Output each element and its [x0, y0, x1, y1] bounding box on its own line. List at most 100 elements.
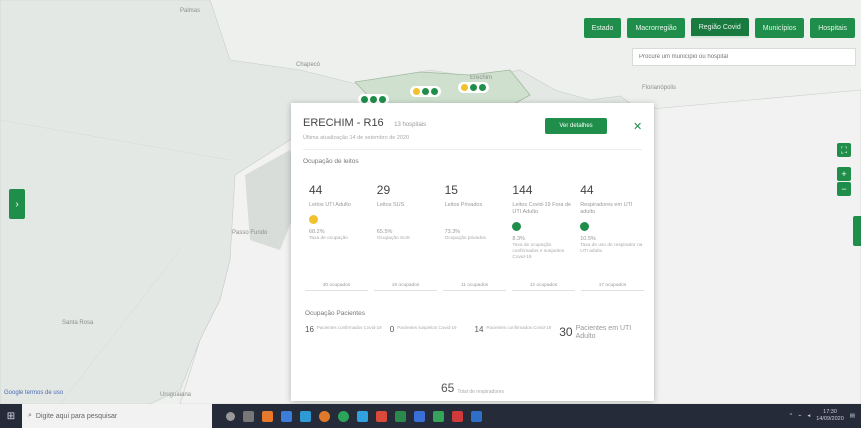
task-view-icon[interactable]: [243, 410, 254, 422]
zoom-out-button[interactable]: −: [837, 182, 851, 196]
status-dot-icon: [309, 215, 318, 224]
icu-patients-stat: 30 Pacientes em UTI Adulto: [559, 325, 644, 341]
clock[interactable]: 17:30 14/09/2020: [816, 409, 844, 423]
taskbar-search[interactable]: ⌕ Digite aqui para pesquisar: [22, 404, 212, 428]
stat-pct-label: Taxa de uso de respirador na UTI adulto: [580, 243, 643, 254]
chrome-icon[interactable]: [338, 410, 349, 422]
bed-stats: 44 Leitos UTI Adulto 68.2% Taxa de ocupa…: [305, 183, 644, 261]
nav-regiao-covid-button[interactable]: Região Covid: [690, 18, 749, 38]
marker-dot: [470, 84, 477, 91]
app-icon[interactable]: [414, 410, 425, 422]
icu-patients-value: 30: [559, 325, 573, 339]
google-terms-link[interactable]: Google termos de uso: [4, 390, 63, 396]
patient-label: Pacientes suspeitos Covid-19: [397, 325, 457, 330]
tray-arrow-icon[interactable]: ^: [790, 413, 793, 419]
stat-pct-label: Taxa de ocupação: [309, 236, 348, 241]
total-respirators: 65 Total de respiradores: [441, 381, 504, 395]
stat-value: 29: [376, 183, 391, 197]
panel-title: ERECHIM - R16: [303, 117, 384, 129]
details-button[interactable]: Ver detalhes: [545, 118, 607, 134]
patient-label: Pacientes confirmados Covid-19: [316, 325, 382, 330]
map-label-passo-fundo: Passo Fundo: [232, 230, 268, 236]
skype-icon[interactable]: [357, 410, 368, 422]
occupied-count: 30 ocupados: [305, 281, 368, 291]
patient-stat: 16 Pacientes confirmados Covid-19: [305, 325, 390, 341]
fullscreen-icon: ⛶: [840, 144, 848, 155]
region-level-nav: Estado Macrorregião Região Covid Municíp…: [583, 18, 855, 38]
search-input[interactable]: [632, 48, 856, 66]
marker-dot: [413, 88, 420, 95]
app-icon[interactable]: [433, 410, 444, 422]
stat-value: 44: [309, 183, 323, 197]
hospital-count: 13 hospitais: [394, 122, 427, 128]
marker-dot: [431, 88, 438, 95]
total-label: Total de respiradores: [457, 389, 505, 395]
app-icon[interactable]: [281, 410, 292, 422]
marker-dot: [461, 84, 468, 91]
occupied-count: 17 ocupados: [581, 281, 644, 291]
stat-value: 144: [512, 183, 533, 197]
status-dot-placeholder: [377, 215, 386, 224]
patient-value: 14: [474, 325, 484, 334]
map-marker-group[interactable]: [458, 82, 489, 93]
right-panel-tab[interactable]: [853, 216, 861, 246]
nav-municipios-button[interactable]: Municípios: [754, 18, 805, 38]
app-icon[interactable]: [262, 410, 273, 422]
volume-icon[interactable]: ◂: [808, 413, 811, 419]
marker-dot: [379, 96, 386, 103]
expand-sidebar-button[interactable]: ›: [9, 189, 25, 219]
windows-taskbar: ⊞ ⌕ Digite aqui para pesquisar ^ ⌁ ◂ 17:…: [0, 404, 861, 428]
app-icon[interactable]: [376, 410, 387, 422]
stat-sus: 29 Leitos SUS 65.5% Ocupação SUS: [373, 183, 441, 261]
last-update: Última atualização 14 de setembro de 202…: [303, 135, 410, 141]
status-dot-icon: [580, 222, 590, 231]
patient-value: 0: [389, 325, 395, 334]
patients-section-title: Ocupação Pacientes: [305, 310, 365, 317]
stat-respiradores: 44 Respiradores em UTI adulto 10.5% Taxa…: [576, 183, 644, 261]
close-icon[interactable]: ✕: [633, 120, 642, 133]
map-label-florianopolis: Florianópolis: [642, 85, 677, 91]
mail-icon[interactable]: [300, 410, 311, 422]
clock-date: 14/09/2020: [816, 416, 844, 422]
notification-icon[interactable]: ▤: [850, 413, 855, 419]
status-dot-placeholder: [445, 215, 454, 224]
stat-pct-label: Ocupação privados: [444, 236, 486, 241]
firefox-icon[interactable]: [319, 410, 330, 422]
occupied-count: 12 ocupados: [512, 281, 575, 291]
windows-start-icon[interactable]: ⊞: [0, 404, 22, 428]
map-label-chapeco: Chapecó: [296, 62, 321, 68]
network-icon[interactable]: ⌁: [798, 413, 801, 419]
stat-pct: 73.3%: [444, 229, 461, 235]
status-dot-icon: [512, 222, 522, 231]
marker-dot: [370, 96, 377, 103]
nav-estado-button[interactable]: Estado: [583, 18, 622, 38]
stat-privados: 15 Leitos Privados 73.3% Ocupação privad…: [441, 183, 509, 261]
minus-icon: −: [841, 184, 847, 194]
excel-icon[interactable]: [395, 410, 406, 422]
zoom-in-button[interactable]: +: [837, 167, 851, 181]
nav-hospitais-button[interactable]: Hospitais: [810, 18, 855, 38]
stat-value: 44: [580, 183, 594, 197]
patients-stats: 16 Pacientes confirmados Covid-19 0 Paci…: [305, 325, 644, 341]
divider: [303, 149, 642, 150]
map-marker-group[interactable]: [410, 86, 441, 97]
fullscreen-button[interactable]: ⛶: [837, 143, 851, 157]
nav-macrorregiao-button[interactable]: Macrorregião: [627, 18, 685, 38]
stat-label: Leitos UTI Adulto: [309, 202, 351, 208]
stat-pct: 8.3%: [512, 236, 525, 242]
plus-icon: +: [841, 169, 847, 179]
cortana-icon[interactable]: [226, 411, 235, 421]
app-icon[interactable]: [471, 410, 482, 422]
stat-pct: 65.5%: [376, 229, 393, 235]
stat-label: Respiradores em UTI adulto: [580, 202, 633, 215]
map-label-erechim: Erechim: [470, 75, 493, 81]
marker-dot: [361, 96, 368, 103]
occupied-count: 19 ocupados: [374, 281, 437, 291]
stat-pct-label: Taxa de ocupação confirmados e suspeitos…: [512, 243, 565, 260]
patient-stat: 14 Pacientes confirmados Covid-19: [475, 325, 560, 341]
stat-label: Leitos Covid-19 Fora de UTI Adulto: [512, 202, 572, 215]
stat-pct: 10.5%: [580, 236, 596, 242]
map-label-uruguaiana: Uruguaiana: [160, 392, 192, 398]
pdf-icon[interactable]: [452, 410, 463, 422]
search-icon: ⌕: [28, 412, 32, 419]
